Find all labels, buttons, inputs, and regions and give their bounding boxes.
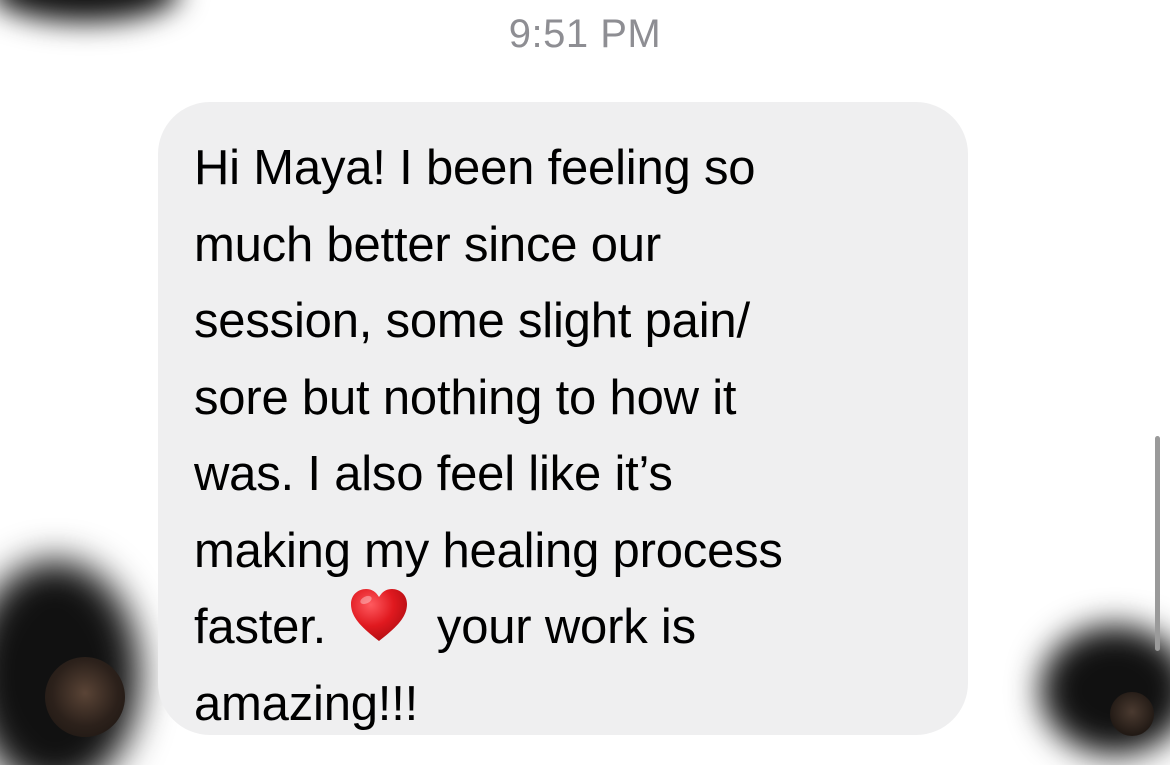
scrollbar[interactable] [1155,436,1160,651]
message-line-with-emoji: faster. your work is [194,587,938,666]
message-line: Hi Maya! I been feeling so [194,141,756,195]
recipient-avatar[interactable] [1110,692,1154,736]
message-timestamp: 9:51 PM [508,12,662,56]
message-text: faster. [194,600,327,654]
message-bubble[interactable]: Hi Maya! I been feeling so much better s… [158,102,968,735]
message-text: your work is [436,600,696,654]
message-line: much better since our [194,217,661,272]
message-line: sore but nothing to how it [194,370,737,425]
message-line: session, some slight pain/ [194,294,750,348]
message-line: making my healing process [194,523,783,578]
message-line: amazing!!! [194,676,419,731]
message-thread: 9:51 PM Hi Maya! I been feeling so much … [0,0,1170,765]
redaction-smudge-bottom-right [1040,625,1170,755]
message-line: was. I also feel like it’s [194,447,673,501]
red-heart-icon [349,587,409,666]
sender-avatar[interactable] [45,657,125,737]
